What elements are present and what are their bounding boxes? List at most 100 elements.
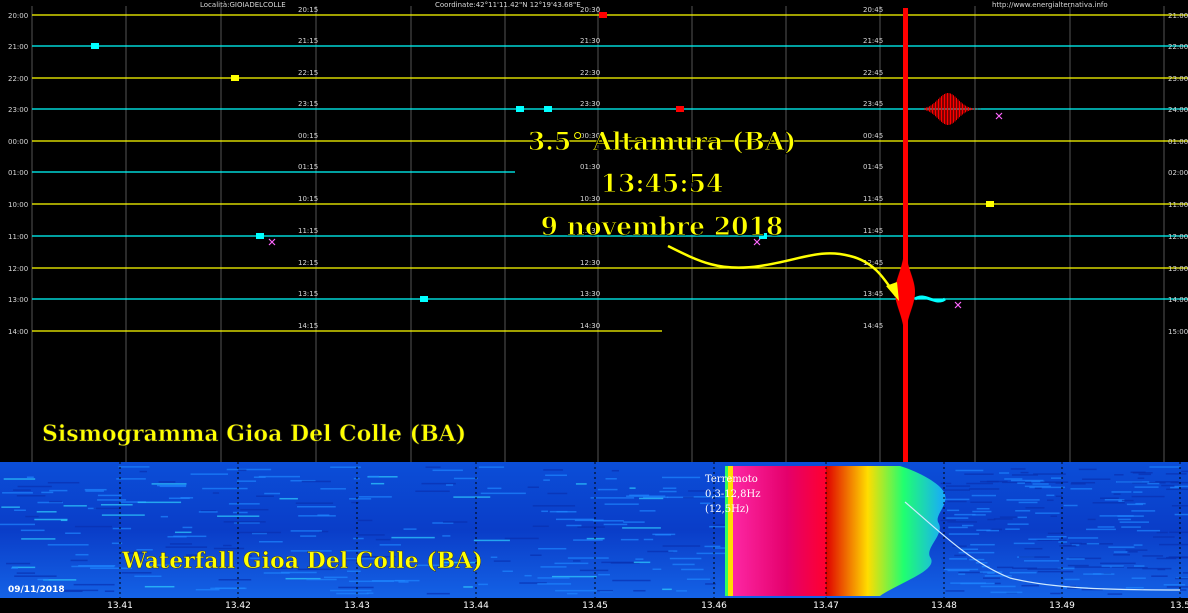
noise-streak [996, 566, 1014, 569]
noise-streak [1010, 479, 1044, 482]
location-label: Località:GIOIADELCOLLE [200, 1, 286, 9]
noise-streak [947, 521, 977, 523]
noise-streak [403, 528, 417, 530]
noise-streak [212, 492, 220, 494]
noise-streak [473, 539, 510, 542]
noise-streak [394, 579, 420, 582]
noise-streak [1153, 536, 1175, 538]
seismograph-viewer: 20:00 21:00 20:15 20:30 20:45 21:00 22:00 21:15… [0, 0, 1188, 613]
noise-streak [590, 497, 635, 499]
noise-streak [453, 477, 478, 480]
row-start-time: 13:00 [8, 296, 28, 304]
noise-streak [532, 505, 576, 507]
noise-streak [1050, 477, 1062, 479]
noise-streak [950, 582, 987, 584]
noise-streak [1114, 474, 1124, 476]
noise-streak [999, 472, 1010, 474]
noise-streak [1113, 551, 1128, 553]
noise-streak [1024, 560, 1060, 562]
noise-streak [549, 510, 568, 513]
noise-streak [358, 496, 392, 498]
noise-streak [1174, 513, 1188, 516]
noise-streak [652, 568, 662, 570]
noise-streak [940, 482, 952, 485]
noise-streak [41, 491, 54, 494]
noise-streak [1025, 507, 1045, 509]
noise-streak [75, 553, 89, 556]
noise-streak [6, 562, 31, 565]
noise-streak [218, 579, 252, 581]
waterfall-tick-label: 13.45 [582, 601, 608, 611]
noise-streak [1082, 478, 1111, 480]
noise-streak [160, 515, 168, 518]
noise-streak [1163, 584, 1186, 586]
row-start-time: 14:00 [8, 328, 28, 336]
noise-streak [1024, 485, 1051, 488]
noise-streak [111, 542, 123, 545]
noise-streak [969, 488, 1000, 490]
noise-streak [1055, 495, 1062, 498]
noise-streak [47, 481, 80, 484]
noise-streak [1069, 542, 1082, 545]
seismic-blip [256, 233, 264, 239]
noise-streak [1086, 542, 1100, 545]
noise-streak [1171, 505, 1188, 507]
noise-streak [964, 473, 994, 475]
noise-streak [1019, 556, 1050, 558]
noise-streak [16, 572, 36, 574]
column-time-label: 00:15 [298, 132, 318, 140]
noise-streak [238, 531, 282, 534]
noise-streak [238, 469, 247, 472]
noise-streak [1179, 589, 1187, 591]
noise-streak [1087, 518, 1096, 521]
noise-streak [301, 480, 331, 483]
noise-streak [168, 497, 190, 500]
noise-streak [73, 583, 115, 586]
noise-streak [264, 492, 281, 495]
noise-streak [1131, 510, 1156, 512]
noise-streak [297, 505, 336, 508]
column-time-label: 21:30 [580, 37, 600, 45]
column-time-label: 14:45 [863, 322, 883, 330]
noise-streak [134, 575, 162, 578]
noise-streak [990, 591, 1023, 594]
noise-streak [976, 507, 990, 510]
noise-streak [425, 466, 441, 468]
column-time-label: 23:45 [863, 100, 883, 108]
noise-streak [1067, 564, 1089, 567]
noise-streak [375, 538, 391, 541]
noise-streak [597, 488, 618, 491]
noise-streak [487, 487, 502, 490]
noise-streak [97, 499, 127, 501]
noise-streak [1169, 531, 1188, 534]
noise-streak [432, 469, 463, 472]
noise-streak [112, 527, 132, 530]
noise-streak [279, 497, 298, 500]
noise-streak [612, 579, 651, 582]
noise-streak [478, 583, 488, 586]
noise-streak [655, 533, 672, 536]
noise-streak [942, 498, 970, 501]
noise-streak [676, 590, 687, 592]
noise-streak [1138, 473, 1152, 476]
noise-streak [1064, 578, 1080, 581]
noise-streak [60, 519, 68, 522]
noise-streak [954, 554, 967, 557]
noise-streak [16, 495, 46, 497]
noise-streak [958, 573, 966, 575]
noise-streak [662, 487, 677, 489]
noise-streak [156, 484, 187, 487]
noise-streak [36, 511, 57, 513]
noise-streak [1035, 512, 1060, 514]
seismic-blip [231, 75, 239, 81]
noise-streak [972, 510, 992, 513]
waterfall-quake-edge-green [725, 466, 728, 596]
noise-streak [1156, 531, 1168, 534]
noise-streak [1092, 502, 1125, 504]
noise-streak [1166, 488, 1188, 491]
noise-streak [74, 525, 112, 528]
column-time-label: 22:15 [298, 69, 318, 77]
noise-streak [317, 514, 330, 516]
waterfall-peak-label: (12,5Hz) [705, 504, 749, 515]
waterfall-tick-label: 13.46 [701, 601, 727, 611]
